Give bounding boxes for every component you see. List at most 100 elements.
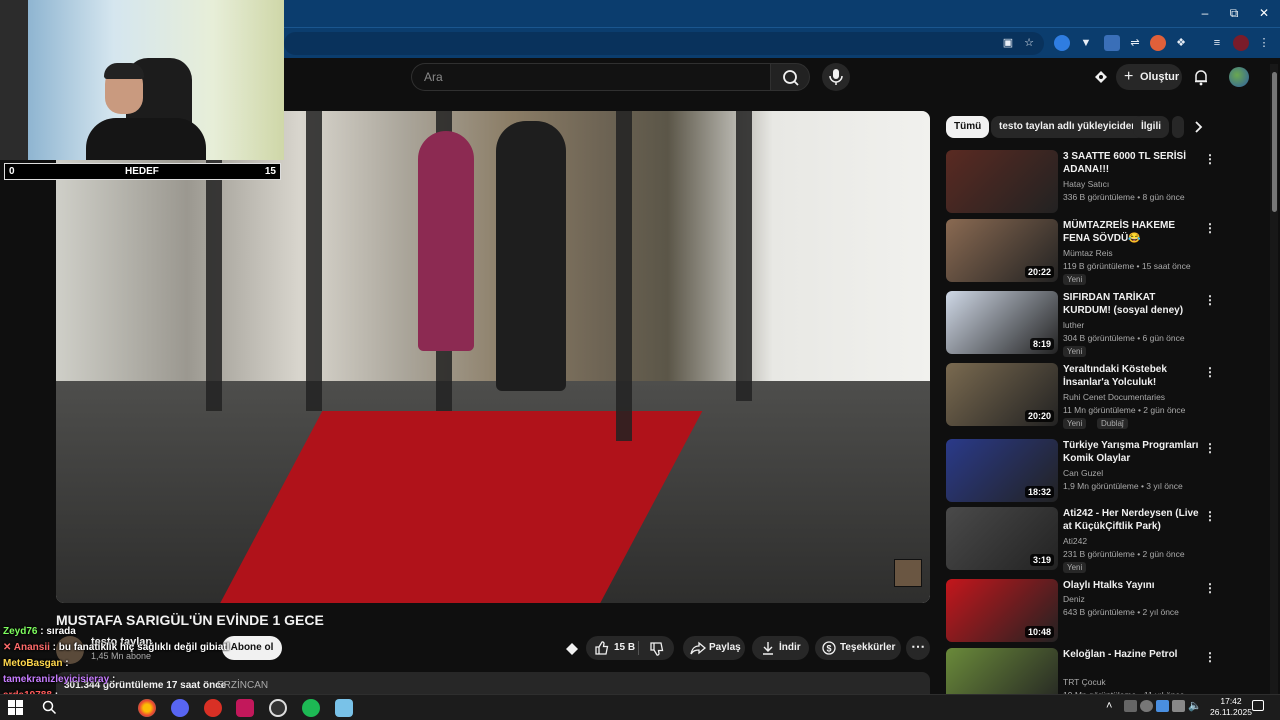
chip-all[interactable]: Tümü xyxy=(946,116,990,138)
extension-icon-2[interactable]: ▼ xyxy=(1078,35,1094,51)
channel-watermark[interactable] xyxy=(894,559,922,587)
create-button[interactable]: + Oluştur xyxy=(1116,64,1182,90)
recommendation-thumbnail[interactable]: 18:32 xyxy=(946,439,1058,502)
extension-icon-3[interactable] xyxy=(1104,35,1120,51)
studio-sparkle-icon[interactable] xyxy=(1092,68,1110,86)
search-button[interactable] xyxy=(770,63,810,91)
more-vertical-icon[interactable]: ⋮ xyxy=(1204,441,1216,455)
chip-partial[interactable] xyxy=(1172,116,1184,138)
maximize-button[interactable]: ⧉ xyxy=(1221,4,1247,22)
files-taskbar-icon[interactable] xyxy=(335,699,353,717)
tray-network-icon[interactable] xyxy=(1172,700,1185,712)
recommendation-thumbnail[interactable]: 8:19 xyxy=(946,291,1058,354)
recommendation-item[interactable]: 20:22 MÜMTAZREİS HAKEME FENA SÖVDÜ😂GALATA… xyxy=(946,219,1216,285)
video-player[interactable] xyxy=(56,111,930,603)
browser-taskbar-icon[interactable] xyxy=(204,699,222,717)
more-actions-button[interactable]: ⋯ xyxy=(906,636,930,660)
address-bar[interactable] xyxy=(284,32,1044,55)
tray-headset-icon[interactable] xyxy=(1140,700,1153,712)
recommendation-channel[interactable]: Hatay Satıcı xyxy=(1063,179,1109,189)
video-frame-glass-frame xyxy=(736,111,752,401)
recommendation-title[interactable]: Olaylı Htalks Yayını xyxy=(1063,579,1203,592)
bookmark-star-icon[interactable]: ☆ xyxy=(1021,35,1037,51)
more-vertical-icon[interactable]: ⋮ xyxy=(1204,581,1216,595)
recommendation-item[interactable]: 10:48 Olaylı Htalks Yayını Deniz 643 B görü… xyxy=(946,579,1216,645)
recommendation-item[interactable]: 3:19 Ati242 - Her Nerdeysen (Live at Küçü… xyxy=(946,507,1216,573)
recommendation-thumbnail[interactable]: 20:22 xyxy=(946,219,1058,282)
install-app-icon[interactable]: ▣ xyxy=(1000,35,1016,51)
recommendation-thumbnail[interactable]: 3:19 xyxy=(946,507,1058,570)
extension-icon-4[interactable] xyxy=(1150,35,1166,51)
more-vertical-icon[interactable]: ⋮ xyxy=(1204,293,1216,307)
recommendation-channel[interactable]: Ruhi Cenet Documentaries xyxy=(1063,392,1165,402)
location-tag[interactable]: ERZİNCAN xyxy=(217,680,268,691)
recommendation-title[interactable]: Türkiye Yarışma Programları Komik Olayla… xyxy=(1063,439,1203,465)
recommendation-title[interactable]: 3 SAATTE 6000 TL SERİSİ ADANA!!! xyxy=(1063,150,1203,176)
scrollbar-thumb[interactable] xyxy=(1272,72,1277,212)
notification-center-icon[interactable] xyxy=(1252,700,1264,711)
obs-taskbar-icon[interactable] xyxy=(269,699,287,717)
recommendation-title[interactable]: SIFIRDAN TARİKAT KURDUM! (sosyal deney) xyxy=(1063,291,1203,317)
taskbar-search-icon[interactable] xyxy=(42,700,57,715)
recommendation-title[interactable]: Ati242 - Her Nerdeysen (Live at KüçükÇif… xyxy=(1063,507,1203,533)
tray-app-icon[interactable] xyxy=(1124,700,1137,712)
notifications-bell-icon[interactable] xyxy=(1192,68,1210,86)
taskbar-clock-time[interactable]: 17:42 xyxy=(1206,696,1256,706)
more-vertical-icon[interactable]: ⋮ xyxy=(1204,509,1216,523)
windows-start-icon[interactable] xyxy=(8,700,23,715)
recommendation-channel[interactable]: Mümtaz Reis xyxy=(1063,248,1113,258)
recommendation-channel[interactable]: luther xyxy=(1063,320,1084,330)
recommendation-item[interactable]: 8:19 SIFIRDAN TARİKAT KURDUM! (sosyal den… xyxy=(946,291,1216,357)
recommendation-title[interactable]: Keloğlan - Hazine Petrol xyxy=(1063,648,1203,661)
recommendation-channel[interactable]: Ati242 xyxy=(1063,536,1087,546)
minimize-button[interactable]: – xyxy=(1192,4,1218,22)
recommendation-title[interactable]: MÜMTAZREİS HAKEME FENA SÖVDÜ😂GALATASARAY… xyxy=(1063,219,1203,245)
extension-icon-1[interactable] xyxy=(1054,35,1070,51)
recommendation-thumbnail[interactable] xyxy=(946,150,1058,213)
browser-menu-icon[interactable]: ⋮ xyxy=(1256,35,1272,51)
search-input[interactable]: Ara xyxy=(411,63,770,91)
spotify-taskbar-icon[interactable] xyxy=(302,699,320,717)
chat-username[interactable]: Zeyd76 xyxy=(3,626,37,637)
more-vertical-icon[interactable]: ⋮ xyxy=(1204,650,1216,664)
media-controls-icon[interactable]: ≡ xyxy=(1209,35,1225,51)
download-button[interactable]: İndir xyxy=(752,636,809,660)
discord-taskbar-icon[interactable] xyxy=(171,699,189,717)
tray-chevron-up-icon[interactable]: ˄ xyxy=(1106,700,1112,712)
chat-username[interactable]: MetoBasgan xyxy=(3,658,62,669)
ask-ai-sparkle-icon[interactable] xyxy=(564,641,580,657)
dislike-icon[interactable] xyxy=(649,641,665,657)
account-avatar[interactable] xyxy=(1229,67,1249,87)
thanks-button[interactable]: $ Teşekkürler xyxy=(815,636,901,660)
share-button[interactable]: Paylaş xyxy=(683,636,745,660)
chat-username[interactable]: tamekranizleyicisieray xyxy=(3,674,109,685)
more-vertical-icon[interactable]: ⋮ xyxy=(1204,365,1216,379)
subscribe-button[interactable]: Abone ol xyxy=(222,636,282,660)
recommendation-thumbnail[interactable]: 20:20 xyxy=(946,363,1058,426)
profile-avatar-icon[interactable] xyxy=(1233,35,1249,51)
recommendation-item[interactable]: 20:20 Yeraltındaki Köstebek İnsanlar'a Yo… xyxy=(946,363,1216,429)
more-vertical-icon[interactable]: ⋮ xyxy=(1204,152,1216,166)
recommendation-thumbnail[interactable]: 10:48 xyxy=(946,579,1058,642)
chat-username[interactable]: ✕ Anansii xyxy=(3,642,50,653)
chevron-right-icon[interactable] xyxy=(1190,119,1206,135)
tray-bluetooth-icon[interactable] xyxy=(1156,700,1169,712)
recommendation-item[interactable]: 18:32 Türkiye Yarışma Programları Komik O… xyxy=(946,439,1216,505)
chrome-taskbar-icon[interactable] xyxy=(138,699,156,717)
translate-extension-icon[interactable]: ⇌ xyxy=(1127,35,1143,51)
extensions-puzzle-icon[interactable]: ❖ xyxy=(1173,35,1189,51)
recommendation-channel[interactable]: TRT Çocuk xyxy=(1063,677,1106,687)
recommendation-channel[interactable]: Can Guzel xyxy=(1063,468,1103,478)
close-window-button[interactable]: ✕ xyxy=(1251,4,1277,22)
chip-related[interactable]: İlgili xyxy=(1133,116,1169,138)
like-icon[interactable] xyxy=(594,640,610,656)
voice-search-button[interactable] xyxy=(822,63,850,91)
recommendation-channel[interactable]: Deniz xyxy=(1063,594,1085,604)
x-app-taskbar-icon[interactable] xyxy=(236,699,254,717)
more-horizontal-icon: ⋯ xyxy=(911,638,925,654)
like-count[interactable]: 15 B xyxy=(614,636,635,660)
recommendation-title[interactable]: Yeraltındaki Köstebek İnsanlar'a Yolculu… xyxy=(1063,363,1203,389)
more-vertical-icon[interactable]: ⋮ xyxy=(1204,221,1216,235)
recommendation-item[interactable]: 3 SAATTE 6000 TL SERİSİ ADANA!!! Hatay Sa… xyxy=(946,150,1216,216)
chip-from-uploader[interactable]: testo taylan adlı yükleyiciden xyxy=(991,116,1146,138)
